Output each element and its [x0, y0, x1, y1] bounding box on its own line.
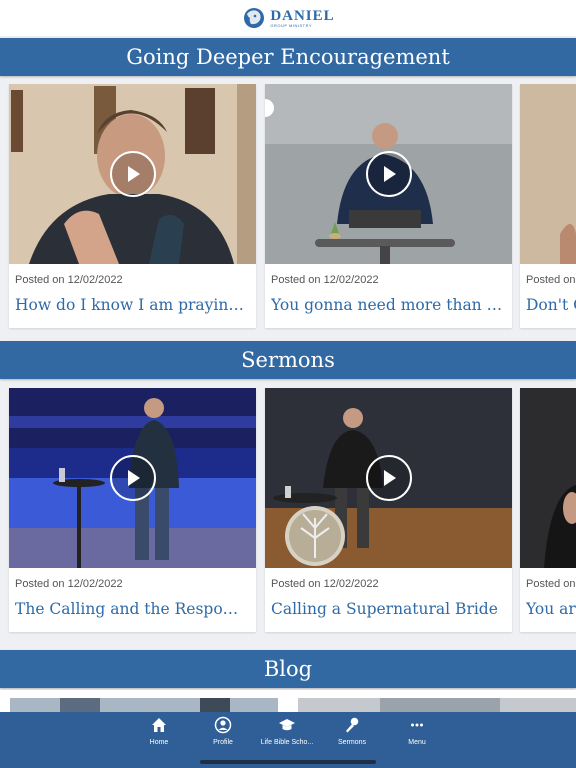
card-title[interactable]: Don't G — [526, 296, 576, 314]
section-header-encouragement: Going Deeper Encouragement — [0, 38, 576, 76]
play-icon — [383, 166, 396, 182]
tab-label: Life Bible Scho... — [260, 739, 314, 746]
play-button[interactable] — [109, 455, 156, 501]
section-header-sermons: Sermons — [0, 341, 576, 379]
play-button[interactable] — [109, 151, 156, 197]
logo-title: DANIEL — [270, 7, 335, 24]
posted-date: Posted on 12/02/2022 — [15, 578, 123, 590]
profile-icon — [214, 716, 232, 734]
card-title[interactable]: You gonna need more than fait... — [271, 296, 512, 314]
logo: DANIEL GROUP MINISTRY — [241, 6, 334, 30]
home-indicator[interactable] — [200, 760, 376, 764]
play-icon — [127, 166, 140, 182]
lion-logo-icon — [244, 8, 265, 28]
video-thumbnail[interactable] — [265, 84, 512, 264]
card-title[interactable]: The Calling and the Response — [15, 600, 256, 618]
tab-sermons[interactable]: Sermons — [320, 716, 384, 756]
play-button[interactable] — [365, 151, 412, 197]
encouragement-carousel[interactable]: Posted on 12/02/2022 How do I know I am … — [0, 84, 576, 332]
video-card[interactable]: Posted on 1 Don't G — [520, 84, 576, 328]
card-title[interactable]: How do I know I am praying in... — [15, 296, 256, 314]
section-header-blog: Blog — [0, 650, 576, 688]
posted-date: Posted on 12/02/2022 — [271, 578, 379, 590]
video-thumbnail[interactable] — [265, 388, 512, 568]
posted-date: Posted on 1 — [526, 578, 576, 590]
graduation-cap-icon — [279, 719, 295, 731]
video-card[interactable]: Posted on 12/02/2022 The Calling and the… — [9, 388, 256, 632]
blog-thumbnails — [10, 698, 576, 714]
blog-carousel[interactable] — [0, 690, 576, 714]
tab-menu[interactable]: Menu — [385, 716, 449, 756]
video-card[interactable]: Posted on 1 You are — [520, 388, 576, 632]
app-header: DANIEL GROUP MINISTRY — [0, 0, 576, 36]
tab-label: Sermons — [337, 739, 366, 746]
video-card[interactable]: Posted on 12/02/2022 How do I know I am … — [9, 84, 256, 328]
logo-subtitle: GROUP MINISTRY — [270, 22, 313, 28]
tab-label: Menu — [408, 739, 426, 746]
tab-label: Home — [149, 739, 169, 746]
play-icon — [127, 470, 140, 486]
video-thumbnail[interactable] — [9, 84, 256, 264]
video-card[interactable]: Posted on 12/02/2022 Calling a Supernatu… — [265, 388, 512, 632]
play-icon — [383, 470, 396, 486]
home-icon — [152, 718, 166, 732]
play-button[interactable] — [365, 455, 412, 501]
video-thumbnail[interactable] — [520, 388, 576, 568]
video-thumbnail[interactable] — [520, 84, 576, 264]
tab-profile[interactable]: Profile — [191, 716, 255, 756]
video-thumbnail[interactable] — [9, 388, 256, 568]
microphone-icon — [346, 717, 359, 733]
card-title[interactable]: Calling a Supernatural Bride — [271, 600, 512, 618]
card-title[interactable]: You are — [526, 600, 576, 618]
posted-date: Posted on 12/02/2022 — [271, 274, 379, 286]
video-thumbnail-image — [520, 388, 576, 568]
more-dots-icon — [411, 723, 423, 727]
video-thumbnail-image — [520, 84, 576, 264]
posted-date: Posted on 1 — [526, 274, 576, 286]
tab-life-bible-school[interactable]: Life Bible Scho... — [255, 716, 319, 756]
tab-label: Profile — [213, 739, 233, 746]
posted-date: Posted on 12/02/2022 — [15, 274, 123, 286]
video-card[interactable]: Posted on 12/02/2022 You gonna need more… — [265, 84, 512, 328]
sermons-carousel[interactable]: Posted on 12/02/2022 The Calling and the… — [0, 388, 576, 636]
tab-home[interactable]: Home — [127, 716, 191, 756]
